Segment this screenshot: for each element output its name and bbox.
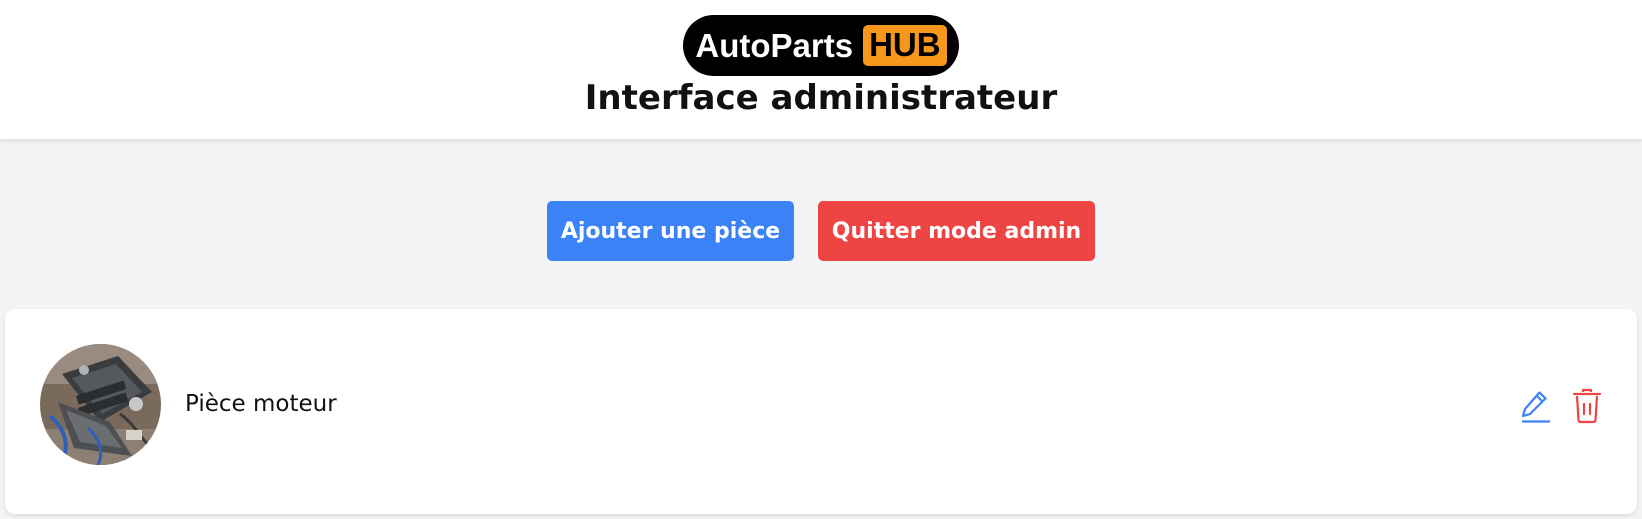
logo[interactable]: AutoParts HUB	[683, 15, 959, 76]
edit-button[interactable]	[1517, 389, 1553, 427]
quit-admin-button[interactable]: Quitter mode admin	[818, 201, 1095, 261]
add-part-button[interactable]: Ajouter une pièce	[547, 201, 794, 261]
logo-badge: HUB	[863, 25, 947, 66]
header: AutoParts HUB Interface administrateur	[0, 0, 1642, 140]
delete-button[interactable]	[1569, 388, 1605, 428]
part-thumbnail	[40, 344, 161, 465]
trash-icon	[1572, 388, 1602, 428]
pencil-icon	[1519, 388, 1551, 428]
part-name: Pièce moteur	[185, 391, 337, 417]
part-list-item: Pièce moteur	[5, 309, 1637, 514]
page-title: Interface administrateur	[584, 78, 1058, 118]
logo-text: AutoParts	[695, 26, 854, 64]
